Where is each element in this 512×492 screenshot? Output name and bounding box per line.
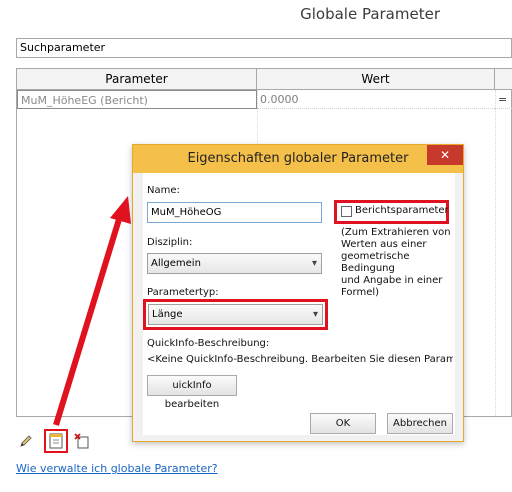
annotation-arrow: [53, 196, 131, 426]
